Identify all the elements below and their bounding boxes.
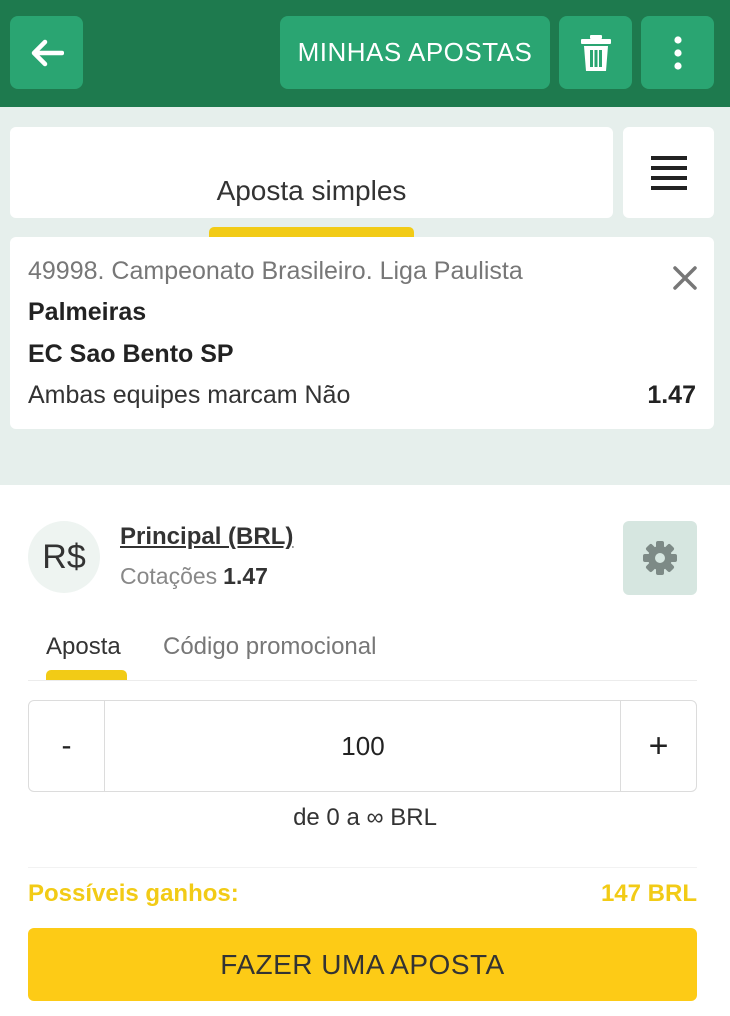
active-tab-indicator xyxy=(209,227,414,237)
bet-odds: 1.47 xyxy=(647,381,696,409)
account-name-link[interactable]: Principal (BRL) xyxy=(120,523,293,551)
league-name: 49998. Campeonato Brasileiro. Liga Pauli… xyxy=(28,257,523,285)
currency-avatar: R$ xyxy=(28,521,100,593)
decrease-stake-button[interactable]: - xyxy=(29,701,105,791)
bet-card: 49998. Campeonato Brasileiro. Liga Pauli… xyxy=(10,237,714,429)
stake-range-hint: de 0 a ∞ BRL xyxy=(293,804,437,831)
my-bets-label: MINHAS APOSTAS xyxy=(297,37,533,67)
coefficient-row: Cotações 1.47 xyxy=(120,563,268,590)
currency-symbol: R$ xyxy=(42,537,86,576)
bet-market: Ambas equipes marcam Não xyxy=(28,381,351,409)
coefficient-value: 1.47 xyxy=(223,563,268,589)
arrow-left-icon xyxy=(31,39,64,66)
place-bet-button[interactable]: FAZER UMA APOSTA xyxy=(28,928,697,1001)
hamburger-menu-icon xyxy=(650,155,687,190)
more-vertical-icon xyxy=(673,35,682,70)
my-bets-button[interactable]: MINHAS APOSTAS xyxy=(280,16,550,89)
gear-icon xyxy=(643,541,677,575)
more-options-button[interactable] xyxy=(641,16,714,89)
settings-button[interactable] xyxy=(623,521,697,595)
stake-input[interactable] xyxy=(106,701,620,791)
winnings-divider xyxy=(28,867,697,868)
coefficient-label: Cotações xyxy=(120,563,218,589)
stake-stepper: - + xyxy=(28,700,697,792)
tab-single-bet-label: Aposta simples xyxy=(216,175,407,206)
stake-tab-indicator xyxy=(46,670,127,680)
place-bet-label: FAZER UMA APOSTA xyxy=(220,948,505,980)
top-bar: MINHAS APOSTAS xyxy=(0,0,730,107)
possible-winnings-value: 147 BRL xyxy=(600,880,697,907)
tab-stake[interactable]: Aposta xyxy=(46,633,121,661)
increase-stake-button[interactable]: + xyxy=(620,701,696,791)
tab-single-bet[interactable]: Aposta simples xyxy=(10,127,613,237)
back-button[interactable] xyxy=(10,16,83,89)
close-icon[interactable] xyxy=(670,263,700,293)
team-away: EC Sao Bento SP xyxy=(28,340,234,368)
possible-winnings-label: Possíveis ganhos: xyxy=(28,880,239,907)
team-home: Palmeiras xyxy=(28,298,147,326)
tabs-divider xyxy=(28,680,697,681)
bet-type-menu-button[interactable] xyxy=(623,127,714,218)
tab-promo-code[interactable]: Código promocional xyxy=(163,633,376,661)
bet-slip-area: Aposta simples 49998. Campeonato Brasile… xyxy=(0,107,730,485)
trash-icon xyxy=(580,34,611,71)
delete-button[interactable] xyxy=(559,16,632,89)
